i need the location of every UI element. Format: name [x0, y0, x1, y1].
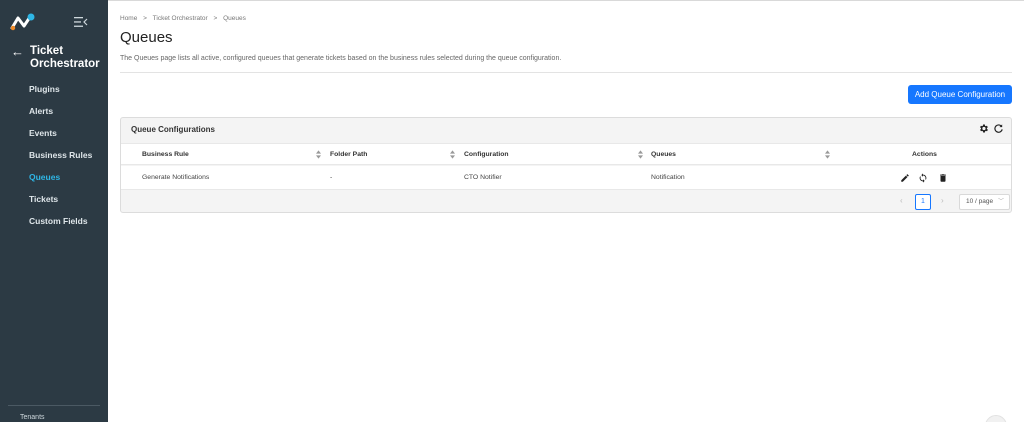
page-number[interactable]: 1 — [915, 194, 931, 210]
refresh-icon[interactable] — [993, 123, 1004, 134]
sidebar-divider — [8, 405, 100, 406]
sort-icon[interactable] — [638, 150, 643, 159]
column-header-business-rule[interactable]: Business Rule — [142, 151, 189, 158]
pagination: ‹ 1 › 10 / page ﹀ — [121, 190, 1011, 214]
table-header: Business Rule Folder Path Configuration … — [121, 143, 1011, 165]
sidebar-item-queues[interactable]: Queues — [0, 166, 108, 188]
sort-icon[interactable] — [316, 150, 321, 159]
cell-business-rule: Generate Notifications — [142, 174, 210, 181]
sidebar-item-custom-fields[interactable]: Custom Fields — [0, 210, 108, 232]
back-to-app[interactable]: ← Ticket Orchestrator — [11, 45, 100, 71]
floating-widget[interactable] — [985, 415, 1007, 422]
breadcrumb-separator: > — [143, 15, 147, 22]
page-size-value: 10 / page — [966, 198, 994, 205]
cell-configuration: CTO Notifier — [464, 174, 502, 181]
arrow-left-icon[interactable]: ← — [11, 45, 24, 58]
cell-queues: Notification — [651, 174, 685, 181]
column-header-folder-path[interactable]: Folder Path — [330, 151, 367, 158]
breadcrumb-separator: > — [213, 15, 218, 22]
edit-icon[interactable] — [900, 173, 910, 183]
breadcrumb-home[interactable]: Home — [120, 15, 137, 22]
breadcrumb-ticket-orchestrator[interactable]: Ticket Orchestrator — [153, 15, 208, 22]
sidebar: ← Ticket Orchestrator Plugins Alerts Eve… — [0, 0, 108, 422]
column-header-configuration[interactable]: Configuration — [464, 151, 509, 158]
column-header-actions: Actions — [912, 151, 937, 158]
add-queue-configuration-button[interactable]: Add Queue Configuration — [908, 85, 1012, 104]
queue-configurations-panel: Queue Configurations Business Rule Folde… — [120, 117, 1012, 213]
page-description: The Queues page lists all active, config… — [120, 55, 562, 62]
sidebar-item-plugins[interactable]: Plugins — [0, 78, 108, 100]
gear-icon[interactable] — [978, 123, 989, 134]
chevron-down-icon: ﹀ — [997, 199, 1004, 205]
menu-fold-icon[interactable] — [74, 16, 88, 28]
sidebar-item-events[interactable]: Events — [0, 122, 108, 144]
brand-logo-icon[interactable] — [10, 13, 36, 31]
sort-icon[interactable] — [450, 150, 455, 159]
sort-icon[interactable] — [825, 150, 830, 159]
page-title: Queues — [120, 29, 173, 46]
panel-title: Queue Configurations — [131, 125, 215, 134]
sidebar-item-tenants[interactable]: Tenants — [20, 414, 45, 421]
cell-folder-path: - — [330, 174, 333, 181]
breadcrumb-queues: Queues — [223, 15, 246, 22]
sidebar-nav: Plugins Alerts Events Business Rules Que… — [0, 78, 108, 232]
sidebar-item-alerts[interactable]: Alerts — [0, 100, 108, 122]
main-content: Home > Ticket Orchestrator > Queues Queu… — [108, 0, 1024, 422]
sidebar-item-tickets[interactable]: Tickets — [0, 188, 108, 210]
sidebar-item-business-rules[interactable]: Business Rules — [0, 144, 108, 166]
app-title: Ticket Orchestrator — [30, 45, 100, 70]
next-page-icon[interactable]: › — [941, 196, 944, 205]
panel-header: Queue Configurations — [121, 118, 1011, 142]
prev-page-icon[interactable]: ‹ — [900, 196, 903, 205]
table-row: Generate Notifications - CTO Notifier No… — [121, 166, 1011, 190]
page-size-select[interactable]: 10 / page ﹀ — [959, 194, 1010, 210]
column-header-queues[interactable]: Queues — [651, 151, 676, 158]
app-root: ← Ticket Orchestrator Plugins Alerts Eve… — [0, 0, 1024, 422]
delete-icon[interactable] — [938, 173, 948, 183]
sync-icon[interactable] — [918, 173, 928, 183]
breadcrumb: Home > Ticket Orchestrator > Queues — [120, 15, 246, 22]
divider — [120, 72, 1012, 73]
